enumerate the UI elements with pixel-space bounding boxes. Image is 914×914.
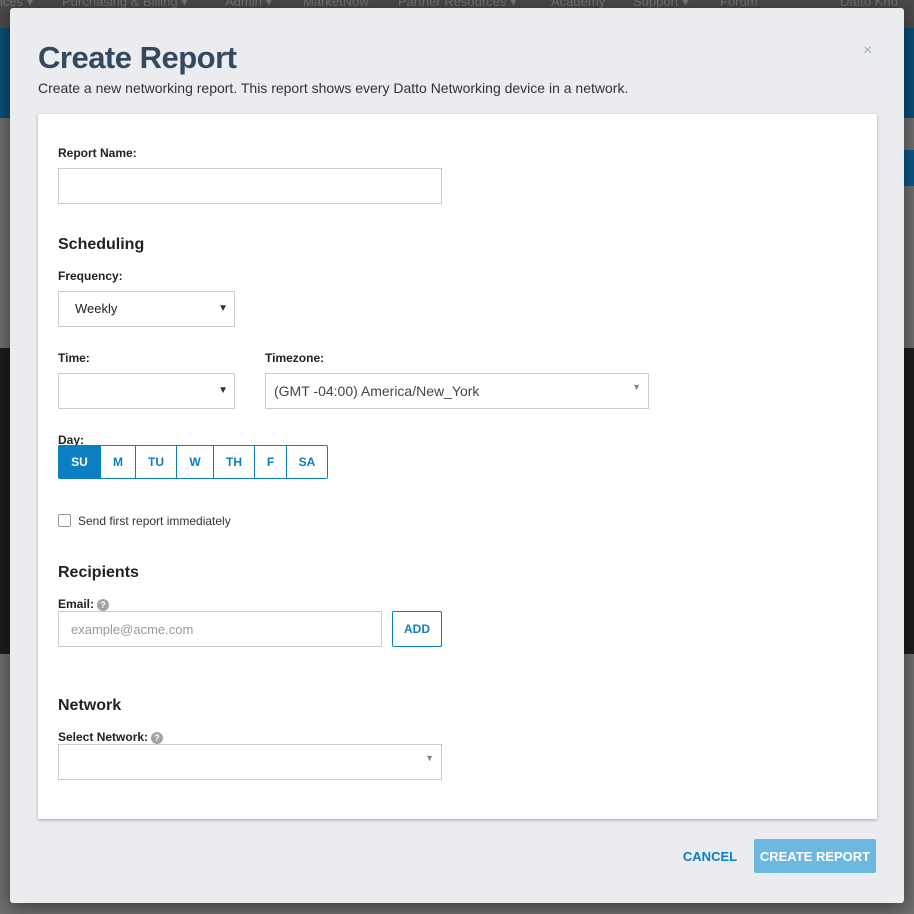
caret-down-icon: ▼ xyxy=(632,382,641,392)
time-select[interactable]: ▼ xyxy=(58,373,235,409)
network-select[interactable]: ▼ xyxy=(58,744,442,780)
report-name-label: Report Name: xyxy=(58,146,137,160)
modal-description: Create a new networking report. This rep… xyxy=(38,80,629,96)
timezone-label: Timezone: xyxy=(265,351,325,365)
day-button-saturday[interactable]: SA xyxy=(287,445,328,479)
select-network-label: Select Network: xyxy=(58,730,149,744)
day-button-thursday[interactable]: TH xyxy=(214,445,255,479)
help-icon[interactable]: ? xyxy=(97,599,110,611)
day-button-tuesday[interactable]: TU xyxy=(136,445,177,479)
day-selector: SU M TU W TH F SA xyxy=(58,445,328,479)
email-label-row: Email:? xyxy=(58,597,110,611)
report-name-input[interactable] xyxy=(58,168,442,204)
add-email-button[interactable]: ADD xyxy=(392,611,442,647)
day-button-monday[interactable]: M xyxy=(101,445,136,479)
create-report-modal: Create Report Create a new networking re… xyxy=(10,8,904,903)
send-immediately-label: Send first report immediately xyxy=(78,514,231,528)
frequency-value: Weekly xyxy=(75,301,118,316)
frequency-label: Frequency: xyxy=(58,269,123,283)
send-immediately-checkbox[interactable] xyxy=(58,514,71,527)
caret-down-icon: ▼ xyxy=(425,753,434,763)
report-form-card: Report Name: Scheduling Frequency: Weekl… xyxy=(38,114,877,819)
create-report-button[interactable]: CREATE REPORT xyxy=(754,839,876,873)
caret-down-icon: ▼ xyxy=(218,385,228,396)
scheduling-heading: Scheduling xyxy=(58,236,145,253)
select-network-label-row: Select Network:? xyxy=(58,730,164,744)
network-heading: Network xyxy=(58,697,122,714)
timezone-select[interactable]: (GMT -04:00) America/New_York ▼ xyxy=(265,373,649,409)
timezone-value: (GMT -04:00) America/New_York xyxy=(274,383,480,399)
cancel-button[interactable]: CANCEL xyxy=(676,840,744,872)
email-label: Email: xyxy=(58,597,95,611)
time-label: Time: xyxy=(58,351,90,365)
modal-title: Create Report xyxy=(38,40,237,75)
caret-down-icon: ▼ xyxy=(218,303,228,314)
day-button-wednesday[interactable]: W xyxy=(177,445,214,479)
frequency-select[interactable]: Weekly ▼ xyxy=(58,291,235,327)
background-tab xyxy=(904,150,914,186)
day-button-sunday[interactable]: SU xyxy=(58,445,101,479)
close-icon[interactable]: × xyxy=(863,42,872,60)
recipients-heading: Recipients xyxy=(58,564,139,581)
help-icon[interactable]: ? xyxy=(151,732,164,744)
day-button-friday[interactable]: F xyxy=(255,445,287,479)
email-input[interactable] xyxy=(58,611,382,647)
